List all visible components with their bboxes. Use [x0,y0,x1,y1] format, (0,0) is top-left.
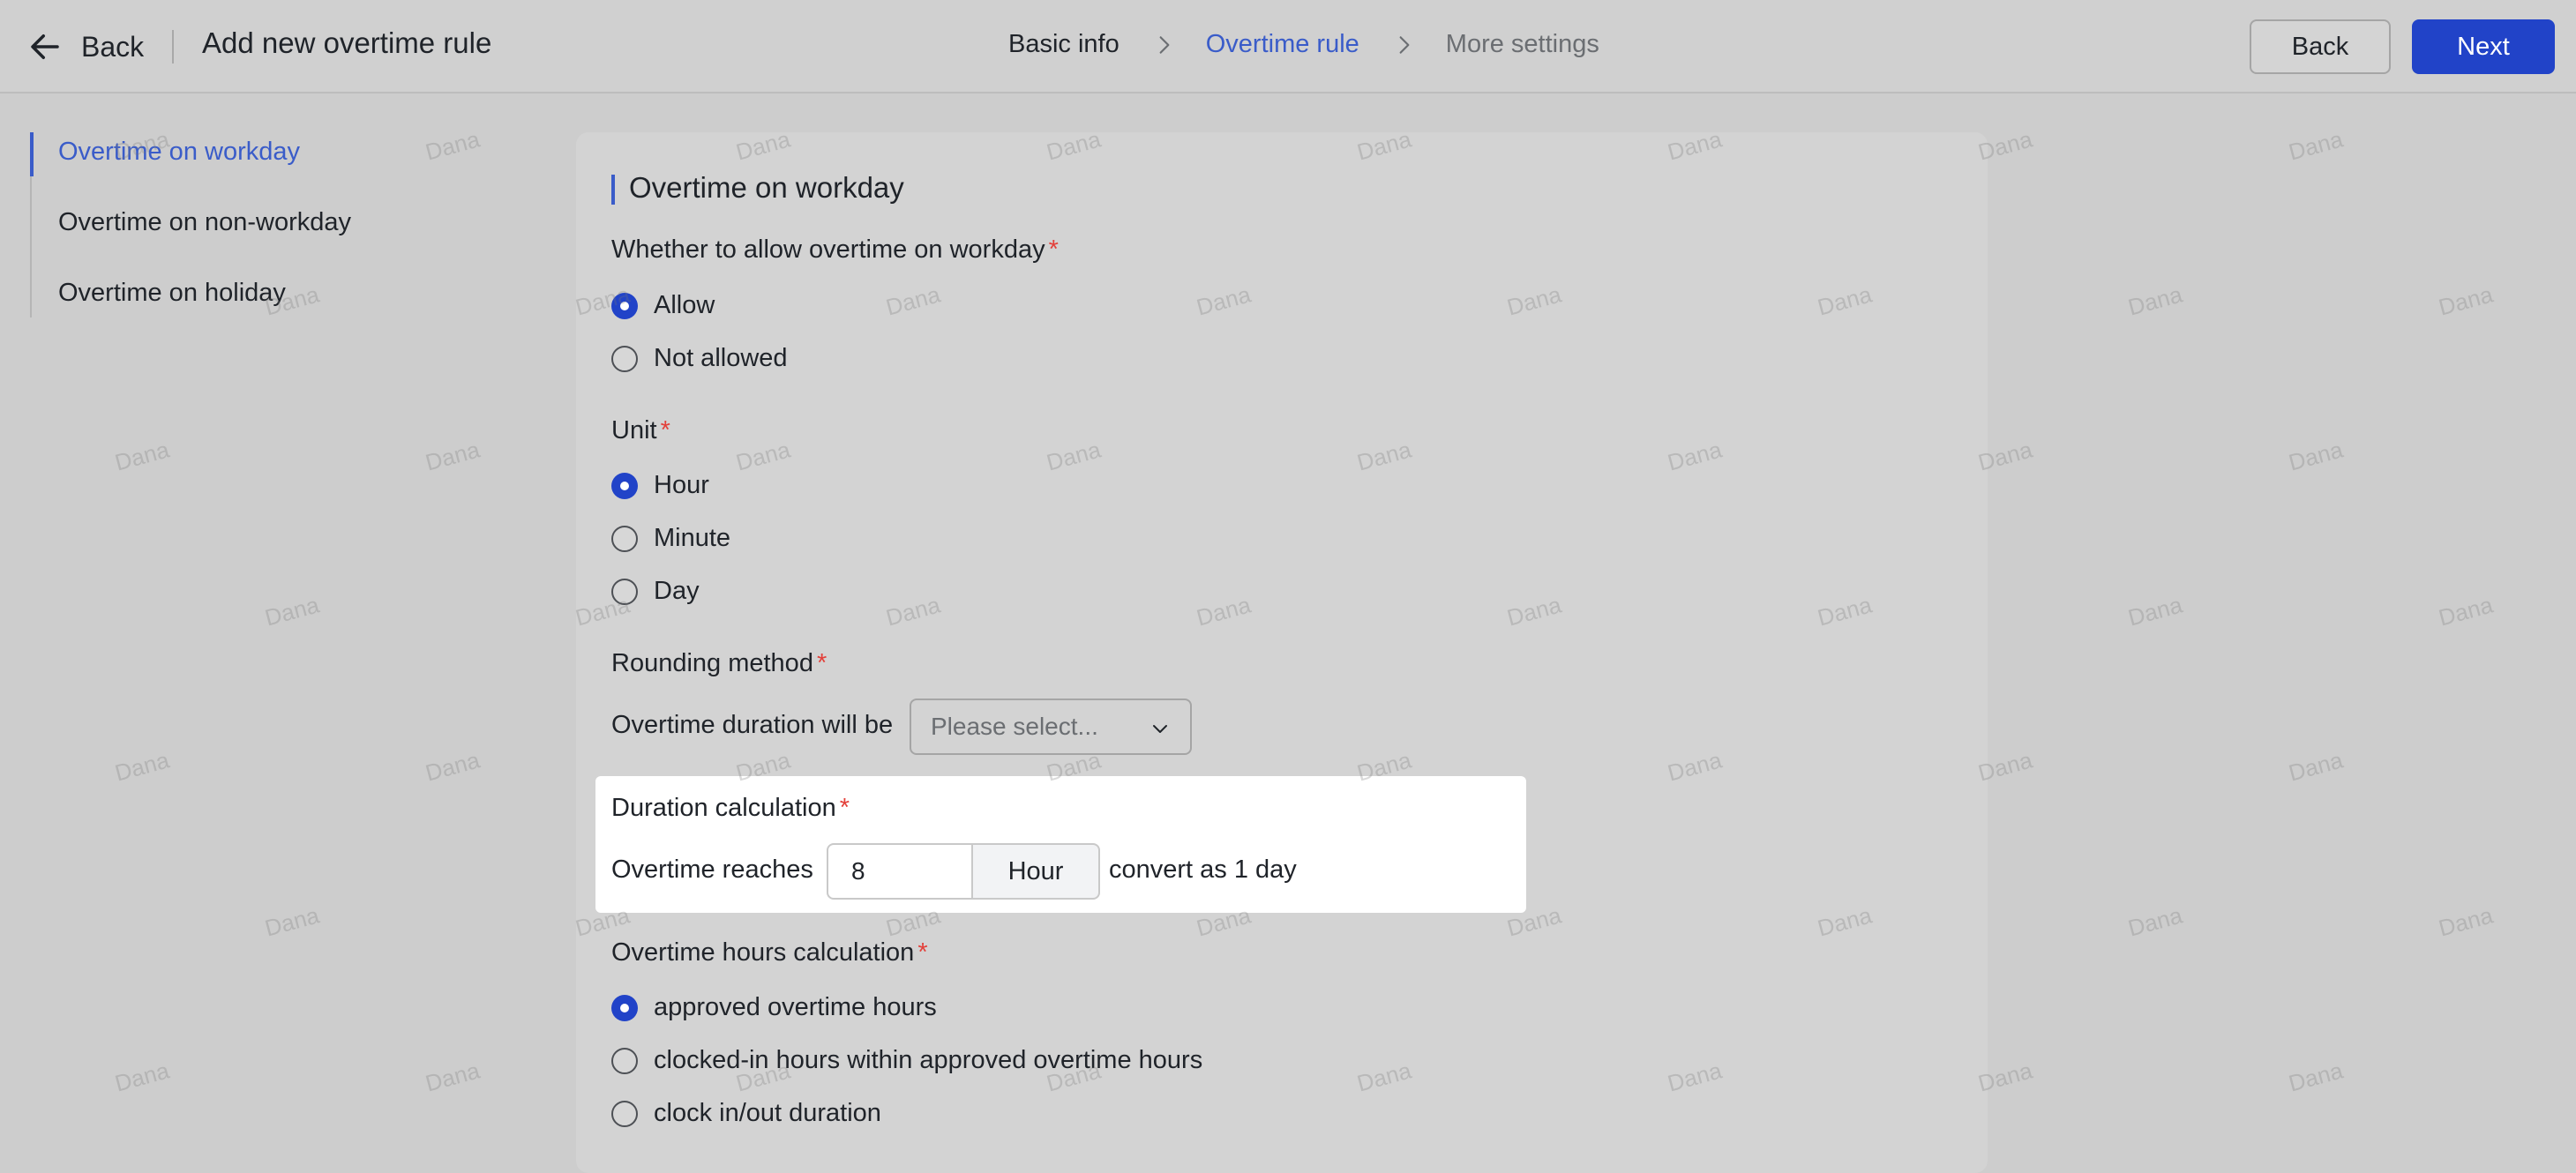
radio-unchecked-icon[interactable] [611,1047,638,1074]
radio-checked-icon[interactable] [611,472,638,499]
required-mark: * [839,794,850,822]
watermark-text: Dana [2286,1057,2346,1097]
header-bar: Back Add new overtime rule Basic info Ov… [0,0,2576,93]
header-back-label: Back [81,30,145,63]
step-indicator: Basic info Overtime rule More settings [1008,30,1599,59]
radio-unit-minute[interactable]: Minute [611,524,730,553]
radio-checked-icon[interactable] [611,292,638,319]
rounding-prefix-text: Overtime duration will be [611,711,894,739]
rounding-method-label: Rounding method * [611,649,827,677]
watermark-text: Dana [2125,591,2185,631]
watermark-text: Dana [262,591,322,631]
hours-calc-label: Overtime hours calculation * [611,938,928,967]
duration-prefix-text: Overtime reaches [611,855,813,884]
radio-clock-duration[interactable]: clock in/out duration [611,1099,881,1128]
watermark-text: Dana [423,746,483,787]
watermark-text: Dana [2436,280,2496,321]
watermark-text: Dana [2436,901,2496,942]
back-button[interactable]: Back [2250,19,2391,74]
step-more-settings[interactable]: More settings [1446,30,1599,59]
required-mark: * [1048,235,1059,264]
form-card: Overtime on workday Whether to allow ove… [576,132,1988,1173]
section-title: Overtime on workday [611,171,904,205]
watermark-text: Dana [2286,125,2346,166]
radio-unit-day[interactable]: Day [611,577,700,606]
watermark-text: Dana [423,1057,483,1097]
watermark-text: Dana [423,125,483,166]
chevron-right-icon [1399,35,1410,54]
watermark-text: Dana [262,901,322,942]
radio-not-allowed[interactable]: Not allowed [611,344,788,373]
allow-overtime-label: Whether to allow overtime on workday * [611,235,1059,264]
watermark-text: Dana [2286,436,2346,476]
watermark-text: Dana [2436,591,2496,631]
page-title: Add new overtime rule [202,26,492,59]
required-mark: * [660,416,670,445]
sidebar-item-non-workday[interactable]: Overtime on non-workday [58,208,351,237]
rounding-select[interactable]: Please select... [910,699,1192,755]
duration-unit-addon: Hour [971,843,1100,900]
duration-suffix-text: convert as 1 day [1109,855,1297,884]
radio-approved-hours[interactable]: approved overtime hours [611,993,937,1022]
watermark-text: Dana [2286,746,2346,787]
duration-calc-label: Duration calculation * [611,794,850,822]
watermark-text: Dana [112,746,172,787]
arrow-left-icon [31,34,59,59]
watermark-text: Dana [2125,901,2185,942]
radio-unchecked-icon[interactable] [611,345,638,372]
radio-clocked-in-hours[interactable]: clocked-in hours within approved overtim… [611,1046,1202,1075]
header-divider [172,30,174,64]
nav-active-indicator [30,132,34,176]
watermark-text: Dana [2125,280,2185,321]
section-nav: Overtime on workday Overtime on non-work… [30,132,402,318]
rounding-select-placeholder: Please select... [931,713,1098,740]
radio-checked-icon[interactable] [611,994,638,1021]
duration-hours-input[interactable]: 8 [827,843,973,900]
watermark-text: Dana [112,1057,172,1097]
radio-unit-hour[interactable]: Hour [611,471,709,500]
radio-unchecked-icon[interactable] [611,525,638,552]
radio-allow[interactable]: Allow [611,291,715,320]
sidebar-item-workday[interactable]: Overtime on workday [58,138,300,167]
sidebar-item-holiday[interactable]: Overtime on holiday [58,279,286,308]
watermark-text: Dana [112,436,172,476]
duration-calculation-panel: Duration calculation * Overtime reaches 8… [595,776,1526,913]
radio-unchecked-icon[interactable] [611,578,638,605]
watermark-text: Dana [423,436,483,476]
step-basic-info[interactable]: Basic info [1008,30,1120,59]
required-mark: * [917,938,928,967]
chevron-right-icon [1159,35,1170,54]
next-button[interactable]: Next [2412,19,2555,74]
unit-label: Unit * [611,416,670,445]
step-overtime-rule[interactable]: Overtime rule [1206,30,1359,59]
required-mark: * [816,649,827,677]
header-back-link[interactable]: Back [26,23,144,71]
radio-unchecked-icon[interactable] [611,1100,638,1127]
chevron-down-icon [1153,725,1167,733]
